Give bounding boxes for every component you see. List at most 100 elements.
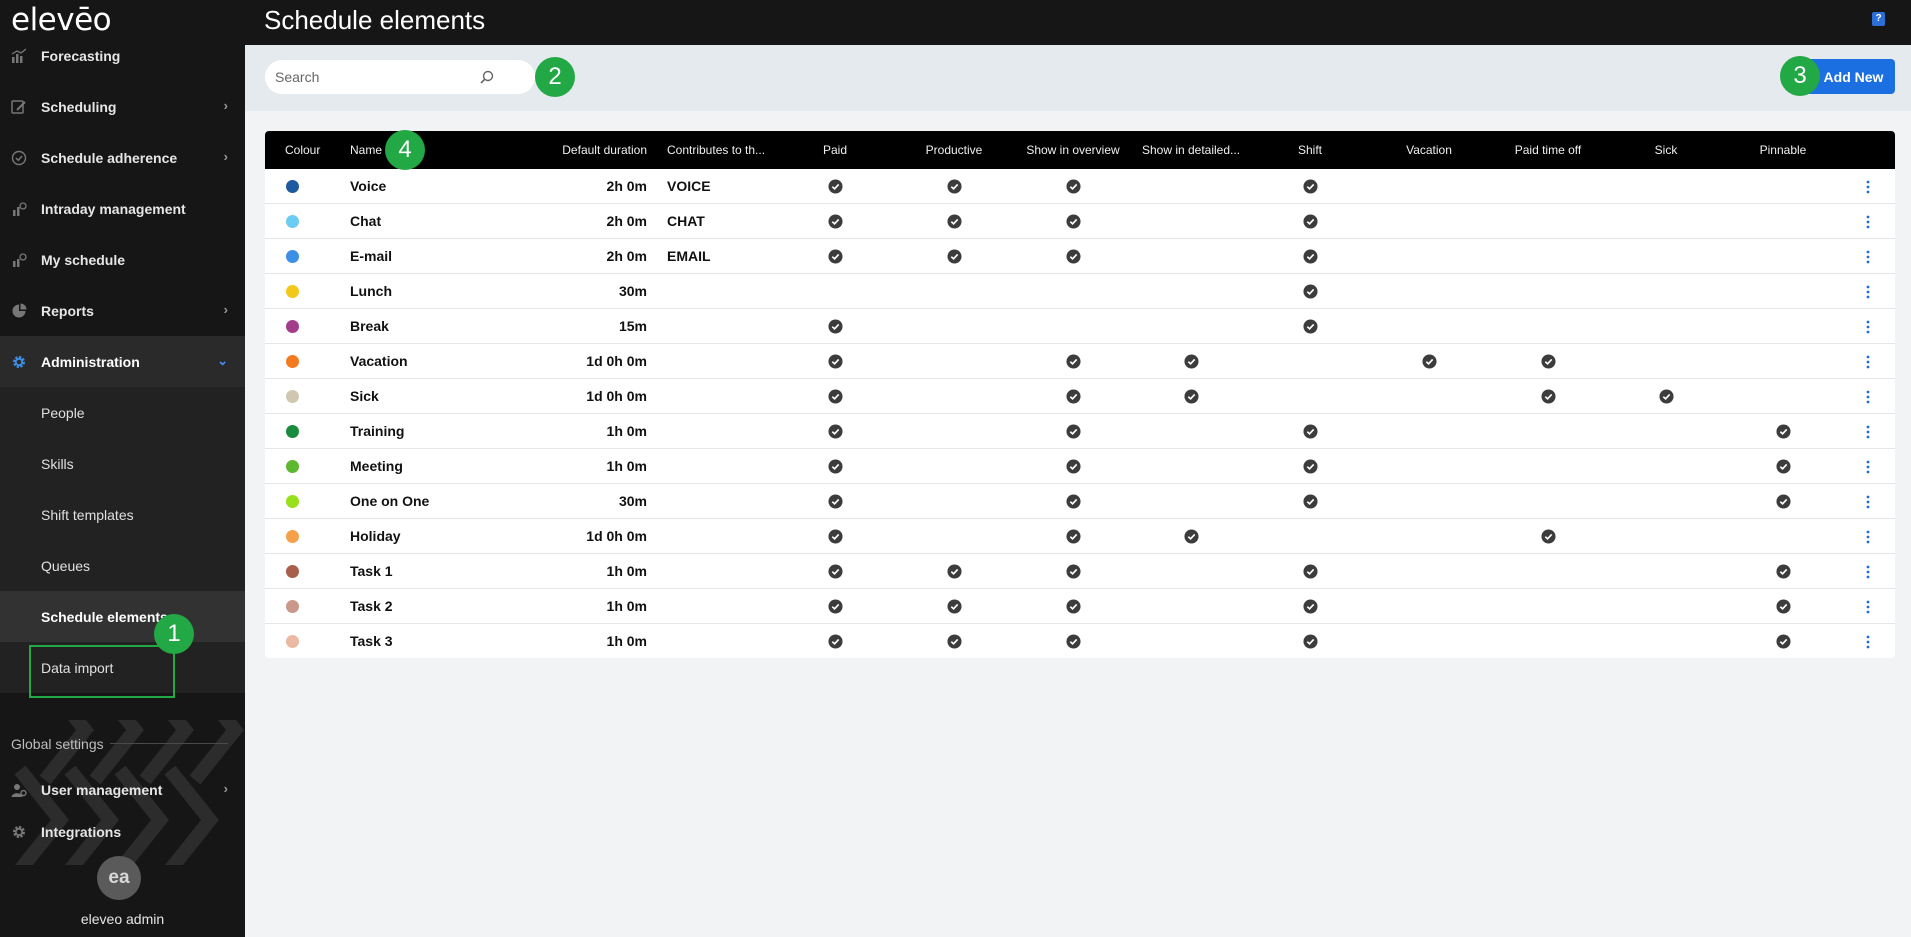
check-icon xyxy=(1303,284,1318,299)
sidebar-item-user-management[interactable]: User management › xyxy=(0,769,245,811)
table-row[interactable]: Chat 2h 0m CHAT xyxy=(265,204,1895,239)
check-icon xyxy=(947,249,962,264)
check-icon xyxy=(947,599,962,614)
table-row[interactable]: Meeting 1h 0m xyxy=(265,449,1895,484)
check-icon xyxy=(1303,459,1318,474)
column-header-productive[interactable]: Productive xyxy=(894,143,1014,157)
more-options-icon[interactable] xyxy=(1861,564,1875,580)
sidebar-subitem-queues[interactable]: Queues xyxy=(0,540,245,591)
check-icon xyxy=(1066,564,1081,579)
column-header-name[interactable]: Name xyxy=(350,143,382,157)
check-icon xyxy=(1776,634,1791,649)
sidebar-item-my-schedule[interactable]: My schedule xyxy=(0,234,245,285)
more-options-icon[interactable] xyxy=(1861,319,1875,335)
more-options-icon[interactable] xyxy=(1861,354,1875,370)
table-row[interactable]: Lunch 30m xyxy=(265,274,1895,309)
more-options-icon[interactable] xyxy=(1861,599,1875,615)
column-header-shift[interactable]: Shift xyxy=(1250,143,1370,157)
column-header-vacation[interactable]: Vacation xyxy=(1369,143,1489,157)
more-options-icon[interactable] xyxy=(1861,389,1875,405)
column-header-show-in-overview[interactable]: Show in overview xyxy=(1013,143,1133,157)
column-header-sick[interactable]: Sick xyxy=(1606,143,1726,157)
sidebar-item-schedule-adherence[interactable]: Schedule adherence › xyxy=(0,132,245,183)
check-icon xyxy=(1066,179,1081,194)
table-row[interactable]: Break 15m xyxy=(265,309,1895,344)
element-name: Lunch xyxy=(350,283,392,299)
element-name: Meeting xyxy=(350,458,403,474)
avatar[interactable]: ea xyxy=(97,856,141,900)
colour-swatch xyxy=(286,495,299,508)
colour-swatch xyxy=(286,635,299,648)
column-header-paid[interactable]: Paid xyxy=(775,143,895,157)
more-options-icon[interactable] xyxy=(1861,284,1875,300)
colour-swatch xyxy=(286,250,299,263)
search-icon[interactable] xyxy=(479,69,495,85)
table-row[interactable]: Vacation 1d 0h 0m xyxy=(265,344,1895,379)
default-duration: 1h 0m xyxy=(606,633,647,649)
colour-swatch xyxy=(286,355,299,368)
sidebar-subitem-people[interactable]: People xyxy=(0,387,245,438)
more-options-icon[interactable] xyxy=(1861,249,1875,265)
more-options-icon[interactable] xyxy=(1861,634,1875,650)
table-row[interactable]: Voice 2h 0m VOICE xyxy=(265,169,1895,204)
table-row[interactable]: Task 2 1h 0m xyxy=(265,589,1895,624)
table-row[interactable]: Holiday 1d 0h 0m xyxy=(265,519,1895,554)
sidebar-subitem-skills[interactable]: Skills xyxy=(0,438,245,489)
search-box xyxy=(265,60,535,94)
column-header-default-duration[interactable]: Default duration xyxy=(527,143,647,157)
column-header-contributes-to-th[interactable]: Contributes to th... xyxy=(667,143,765,157)
sidebar-item-reports[interactable]: Reports › xyxy=(0,285,245,336)
more-options-icon[interactable] xyxy=(1861,424,1875,440)
check-icon xyxy=(1776,599,1791,614)
check-icon xyxy=(1066,599,1081,614)
table-row[interactable]: Sick 1d 0h 0m xyxy=(265,379,1895,414)
sidebar: elevēo Forecasting Scheduling › Schedule ad… xyxy=(0,0,245,937)
check-icon xyxy=(1066,424,1081,439)
sidebar-item-forecasting[interactable]: Forecasting xyxy=(0,30,245,81)
more-options-icon[interactable] xyxy=(1861,494,1875,510)
column-header-pinnable[interactable]: Pinnable xyxy=(1723,143,1843,157)
default-duration: 1d 0h 0m xyxy=(586,353,647,369)
element-name: Task 3 xyxy=(350,633,393,649)
more-options-icon[interactable] xyxy=(1861,459,1875,475)
more-options-icon[interactable] xyxy=(1861,529,1875,545)
default-duration: 2h 0m xyxy=(606,248,647,264)
colour-swatch xyxy=(286,215,299,228)
sidebar-item-intraday-management[interactable]: Intraday management xyxy=(0,183,245,234)
check-icon xyxy=(1066,634,1081,649)
default-duration: 1h 0m xyxy=(606,423,647,439)
table-row[interactable]: E-mail 2h 0m EMAIL xyxy=(265,239,1895,274)
table-row[interactable]: Task 3 1h 0m xyxy=(265,624,1895,658)
check-icon xyxy=(828,564,843,579)
colour-swatch xyxy=(286,565,299,578)
table-row[interactable]: One on One 30m xyxy=(265,484,1895,519)
table-row[interactable]: Task 1 1h 0m xyxy=(265,554,1895,589)
chevron-right-icon: › xyxy=(223,149,228,164)
more-options-icon[interactable] xyxy=(1861,214,1875,230)
more-options-icon[interactable] xyxy=(1861,179,1875,195)
colour-swatch xyxy=(286,180,299,193)
sidebar-item-administration[interactable]: Administration ⌄ xyxy=(0,336,245,387)
sidebar-item-scheduling[interactable]: Scheduling › xyxy=(0,81,245,132)
check-icon xyxy=(1776,424,1791,439)
step-badge-4: 4 xyxy=(385,130,425,170)
colour-swatch xyxy=(286,390,299,403)
column-header-colour[interactable]: Colour xyxy=(285,143,320,157)
check-icon xyxy=(1422,354,1437,369)
help-book-icon[interactable]: ? xyxy=(1872,12,1885,26)
sidebar-subitem-shift-templates[interactable]: Shift templates xyxy=(0,489,245,540)
column-header-show-in-detailed[interactable]: Show in detailed... xyxy=(1131,143,1251,157)
colour-swatch xyxy=(286,320,299,333)
sidebar-item-integrations[interactable]: Integrations xyxy=(0,811,245,853)
sidebar-subitem-schedule-elements[interactable]: Schedule elements xyxy=(0,591,245,698)
element-name: One on One xyxy=(350,493,430,509)
sidebar-item-label: Scheduling xyxy=(41,98,117,115)
chevron-down-icon: ⌄ xyxy=(217,353,228,368)
search-input[interactable] xyxy=(275,60,495,94)
table-row[interactable]: Training 1h 0m xyxy=(265,414,1895,449)
check-icon xyxy=(1303,249,1318,264)
user-name[interactable]: eleveo admin xyxy=(0,911,245,927)
check-icon xyxy=(1066,529,1081,544)
element-name: Sick xyxy=(350,388,379,404)
column-header-paid-time-off[interactable]: Paid time off xyxy=(1488,143,1608,157)
